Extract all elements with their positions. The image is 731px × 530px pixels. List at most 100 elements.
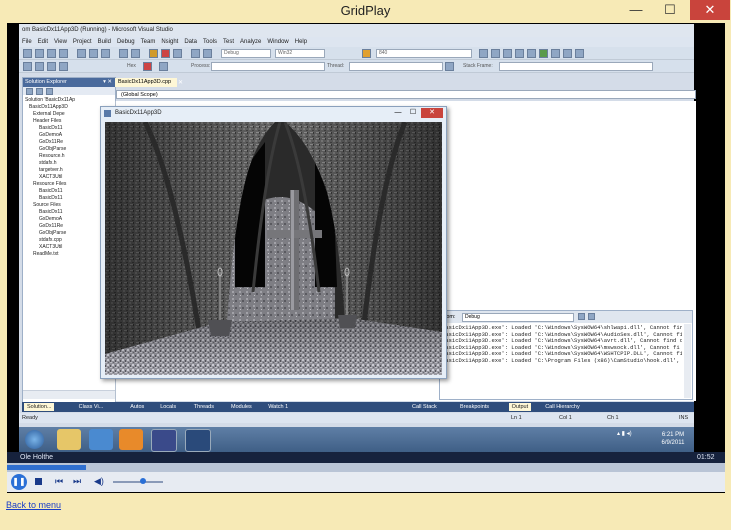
platform-select[interactable]: Win32 (275, 49, 325, 58)
vertical-scrollbar[interactable] (684, 324, 691, 398)
status-ready: Ready (22, 415, 38, 421)
tray-icons[interactable]: ▴ ▮ ◂) (617, 430, 632, 437)
save-icon[interactable] (47, 49, 56, 58)
bottom-tab[interactable]: Output (508, 403, 532, 411)
menu-item[interactable]: Debug (117, 39, 135, 45)
redo-icon[interactable] (131, 49, 140, 58)
menu-item[interactable]: View (54, 39, 67, 45)
next-button[interactable]: ⏭ (73, 476, 81, 487)
tree-item[interactable]: Solution 'BasicDx11Ap (25, 97, 113, 104)
ie-taskbar-icon[interactable] (89, 429, 113, 450)
bottom-tab[interactable]: Locals (157, 403, 179, 411)
volume-slider[interactable] (113, 478, 163, 484)
bottom-tab[interactable]: Modules (228, 403, 255, 411)
visual-studio-taskbar-icon[interactable] (151, 429, 177, 452)
menu-item[interactable]: Project (73, 39, 92, 45)
pause-button[interactable]: ❚❚ (11, 474, 27, 490)
back-to-menu-link[interactable]: Back to menu (6, 500, 61, 510)
breakpoint-icon[interactable] (143, 62, 152, 71)
close-tab-icon[interactable]: ✕ (178, 79, 183, 86)
menu-item[interactable]: Test (223, 39, 234, 45)
close-button[interactable]: ✕ (421, 108, 443, 118)
step-over-icon[interactable] (47, 62, 56, 71)
previous-button[interactable]: ⏮ (55, 476, 63, 487)
stop-icon[interactable] (161, 49, 170, 58)
bottom-tab[interactable]: Breakpoints (457, 403, 492, 411)
menu-item[interactable]: Tools (203, 39, 217, 45)
thread-select[interactable] (349, 62, 443, 71)
open-icon[interactable] (35, 49, 44, 58)
properties-icon[interactable] (26, 88, 33, 95)
solution-config-select[interactable]: Debug (221, 49, 271, 58)
stack-frame-select[interactable] (499, 62, 653, 71)
start-page-icon[interactable] (539, 49, 548, 58)
bottom-tab[interactable]: Threads (191, 403, 217, 411)
menu-item[interactable]: Data (184, 39, 197, 45)
bottom-tab[interactable]: Solution... (24, 403, 55, 411)
stop-button[interactable] (35, 478, 42, 485)
horizontal-scrollbar[interactable] (23, 390, 115, 399)
seek-bar[interactable] (7, 463, 725, 472)
show-next-statement-icon[interactable] (23, 62, 32, 71)
copy-icon[interactable] (89, 49, 98, 58)
menu-item[interactable]: File (22, 39, 32, 45)
bottom-tab[interactable]: Autos (127, 403, 147, 411)
restart-icon[interactable] (173, 49, 182, 58)
pause-icon[interactable] (149, 49, 158, 58)
step-into-icon[interactable] (191, 49, 200, 58)
output-source-select[interactable]: Debug (462, 313, 574, 322)
step-out-icon[interactable] (59, 62, 68, 71)
solution-explorer-icon[interactable] (479, 49, 488, 58)
menu-item[interactable]: Analyze (240, 39, 261, 45)
bottom-tab[interactable]: Watch 1 (265, 403, 291, 411)
bottom-tab[interactable]: Class Vi... (76, 403, 107, 411)
process-select[interactable] (211, 62, 325, 71)
step-into-icon[interactable] (35, 62, 44, 71)
options-icon[interactable] (551, 49, 560, 58)
toolbox-icon[interactable] (515, 49, 524, 58)
layout-icon[interactable] (575, 49, 584, 58)
menu-item[interactable]: Nsight (161, 39, 178, 45)
flag-icon[interactable] (445, 62, 454, 71)
menu-item[interactable]: Build (98, 39, 111, 45)
app-taskbar-icon[interactable] (185, 429, 211, 452)
save-all-icon[interactable] (59, 49, 68, 58)
show-all-files-icon[interactable] (36, 88, 43, 95)
start-button[interactable] (25, 430, 44, 449)
menu-item[interactable]: Window (267, 39, 288, 45)
word-wrap-icon[interactable] (588, 313, 595, 320)
undo-icon[interactable] (119, 49, 128, 58)
3d-scene-view[interactable] (105, 122, 442, 375)
step-over-icon[interactable] (203, 49, 212, 58)
clear-all-icon[interactable] (578, 313, 585, 320)
minimize-button[interactable]: — (391, 109, 405, 117)
menu-item[interactable]: Edit (38, 39, 48, 45)
maximize-button[interactable]: ☐ (656, 1, 684, 19)
cut-icon[interactable] (77, 49, 86, 58)
menu-item[interactable]: Team (141, 39, 156, 45)
extension-icon[interactable] (527, 49, 536, 58)
object-browser-icon[interactable] (503, 49, 512, 58)
volume-thumb[interactable] (140, 478, 146, 484)
media-player-taskbar-icon[interactable] (119, 429, 143, 450)
scope-dropdown[interactable]: (Global Scope) (116, 90, 696, 99)
menu-item[interactable]: Help (295, 39, 307, 45)
bottom-tab[interactable]: Call Hierarchy (542, 403, 583, 411)
new-project-icon[interactable] (23, 49, 32, 58)
properties-icon[interactable] (491, 49, 500, 58)
find-icon[interactable] (362, 49, 371, 58)
explorer-taskbar-icon[interactable] (57, 429, 81, 450)
minimize-button[interactable]: — (622, 1, 650, 19)
refresh-icon[interactable] (46, 88, 53, 95)
editor-tab[interactable]: BasicDx11App3D.cpp (115, 78, 177, 87)
bottom-tab[interactable]: Call Stack (409, 403, 440, 411)
volume-icon[interactable]: ◀) (94, 476, 104, 487)
windows-icon[interactable] (159, 62, 168, 71)
maximize-button[interactable]: ☐ (406, 109, 420, 117)
clock[interactable]: 6:21 PM 6/9/2011 (656, 431, 690, 447)
close-button[interactable]: ✕ (690, 0, 730, 20)
paste-icon[interactable] (101, 49, 110, 58)
command-window-icon[interactable] (563, 49, 572, 58)
hex-button[interactable]: Hex (127, 63, 136, 69)
find-combo[interactable]: 840 (376, 49, 472, 58)
